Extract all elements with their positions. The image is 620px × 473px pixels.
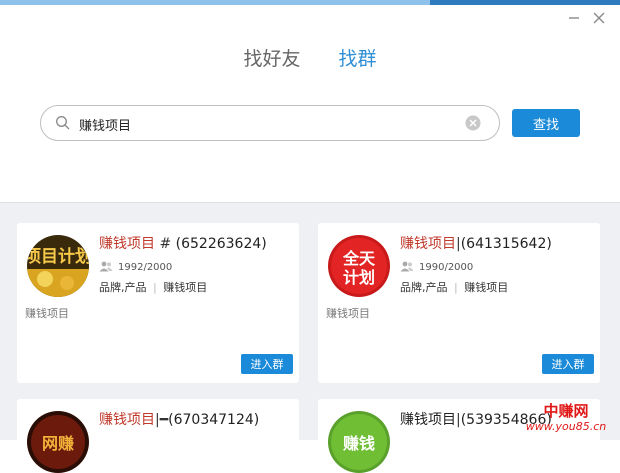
avatar-label: 全天: [342, 249, 376, 268]
group-avatar: 赚钱: [328, 411, 390, 473]
search-button[interactable]: 查找: [512, 109, 580, 137]
group-separator: |━: [155, 412, 169, 428]
group-number: (641315642): [460, 236, 552, 252]
group-tag: 赚钱项目: [464, 281, 509, 294]
group-tags: 品牌,产品 | 赚钱项目: [400, 279, 508, 295]
group-avatar: 全天 计划: [328, 235, 390, 297]
minimize-icon[interactable]: [566, 10, 582, 26]
group-number: (652263624): [175, 236, 267, 252]
join-group-button[interactable]: 进入群: [542, 354, 594, 374]
group-title[interactable]: 赚钱项目|━(670347124): [99, 409, 259, 429]
avatar-label: 网赚: [42, 434, 74, 453]
member-count-text: 1990/2000: [419, 262, 474, 273]
group-avatar: 网赚: [27, 411, 89, 473]
avatar-label: 赚钱: [342, 434, 375, 453]
watermark-cn: 中赚网: [543, 402, 589, 420]
group-name: 赚钱项目: [400, 236, 456, 252]
group-card[interactable]: 全天 计划 赚钱项目|(641315642) 1990/2000 品牌,产品 |…: [318, 223, 600, 383]
group-avatar: 项目计划: [27, 235, 89, 297]
tag-divider: |: [454, 281, 458, 294]
member-count: 1990/2000: [400, 261, 473, 273]
tag-divider: |: [153, 281, 157, 294]
search-tabs: 找好友 找群: [0, 44, 620, 71]
group-title[interactable]: 赚钱项目 # (652263624): [99, 233, 267, 253]
search-input[interactable]: [77, 112, 461, 136]
tab-find-friends[interactable]: 找好友: [243, 44, 300, 71]
tab-find-groups[interactable]: 找群: [339, 44, 377, 71]
site-watermark: 中赚网 www.you85.cn: [514, 402, 618, 438]
group-name: 赚钱项目: [400, 412, 456, 428]
member-count: 1992/2000: [99, 261, 172, 273]
group-separator: #: [159, 236, 172, 252]
search-box: [40, 105, 500, 141]
group-tag: 赚钱项目: [163, 281, 208, 294]
group-description: 赚钱项目: [25, 307, 69, 320]
group-name: 赚钱项目: [99, 236, 155, 252]
group-number: (670347124): [168, 412, 260, 428]
members-icon: [400, 261, 414, 272]
close-icon[interactable]: [591, 10, 607, 26]
window-top-bar: [0, 0, 620, 5]
member-count-text: 1992/2000: [118, 262, 173, 273]
group-card[interactable]: 网赚 赚钱项目|━(670347124): [17, 399, 299, 473]
members-icon: [99, 261, 113, 272]
avatar-label: 计划: [343, 268, 375, 287]
clear-search-icon[interactable]: [465, 115, 481, 131]
search-icon: [55, 115, 71, 131]
group-card[interactable]: 项目计划 赚钱项目 # (652263624) 1992/2000 品牌,产品 …: [17, 223, 299, 383]
group-description: 赚钱项目: [326, 307, 370, 320]
group-name: 赚钱项目: [99, 412, 155, 428]
watermark-url: www.you85.cn: [525, 420, 607, 433]
group-tags: 品牌,产品 | 赚钱项目: [99, 279, 207, 295]
avatar-label: 项目计划: [27, 246, 89, 267]
group-tag: 品牌,产品: [400, 281, 448, 294]
group-title[interactable]: 赚钱项目|(641315642): [400, 233, 552, 253]
group-tag: 品牌,产品: [99, 281, 147, 294]
join-group-button[interactable]: 进入群: [241, 354, 293, 374]
